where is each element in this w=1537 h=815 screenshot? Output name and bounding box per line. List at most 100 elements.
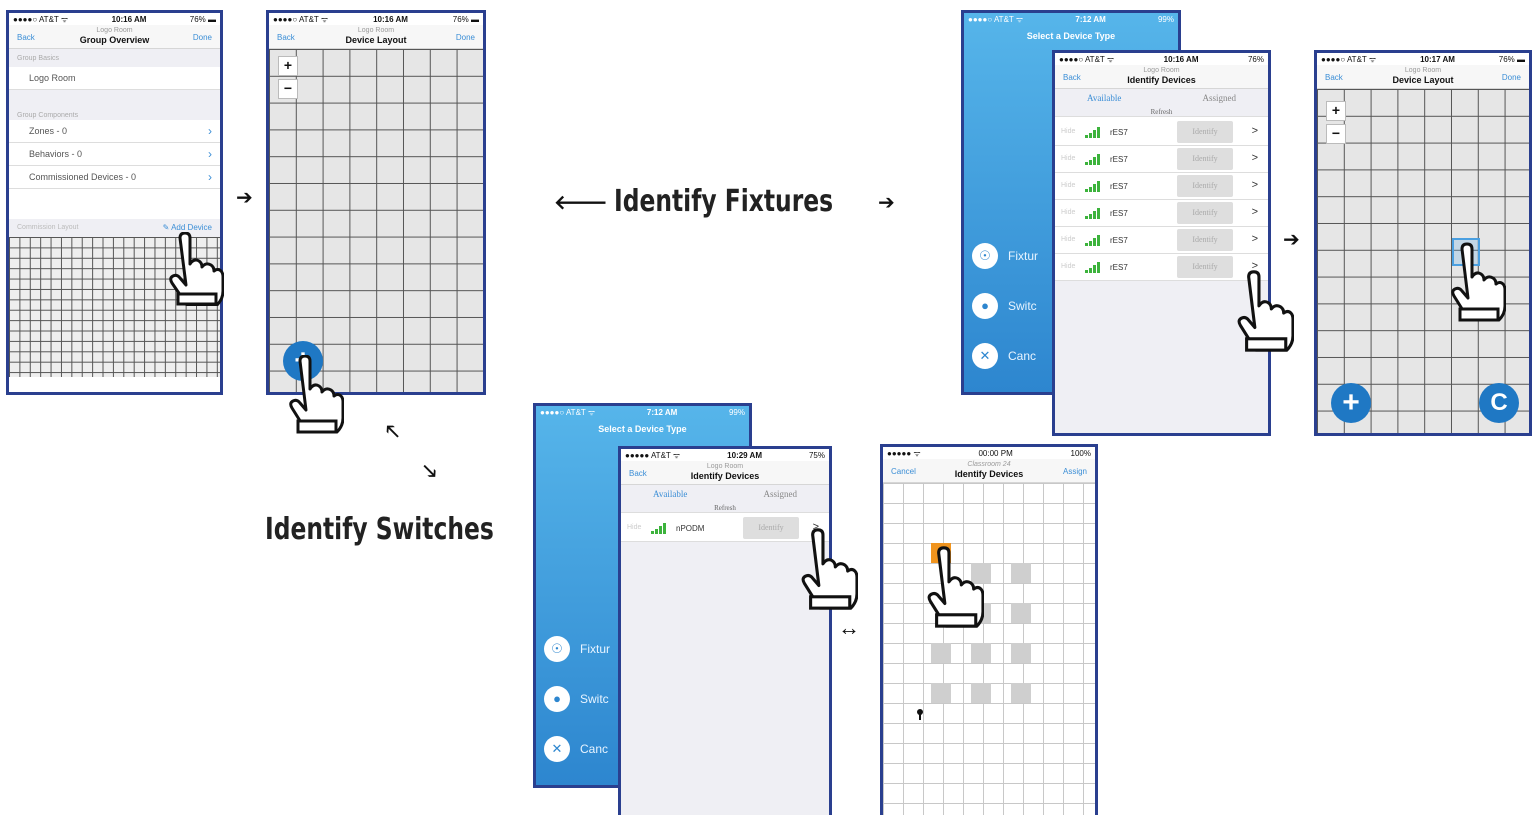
done-button[interactable]: Done	[456, 33, 475, 42]
behaviors-label: Behaviors - 0	[29, 149, 83, 159]
switches-option[interactable]: ● Switc	[544, 686, 609, 712]
device-name: rES7	[1110, 236, 1128, 245]
page-title: Identify Devices	[1127, 75, 1196, 85]
carrier-label: ●●●●○ AT&T ᯤ	[1321, 54, 1377, 64]
status-bar: ●●●●○ AT&T ᯤ 7:12 AM 99%	[964, 13, 1178, 25]
signal-icon	[1085, 127, 1101, 138]
select-device-type-title: Select a Device Type	[1026, 31, 1116, 41]
identify-button[interactable]: Identify	[1177, 175, 1233, 197]
chevron-right-icon[interactable]: >	[1252, 233, 1258, 245]
arrow-up-left-icon: 🡔	[386, 421, 400, 443]
add-device-button[interactable]: +	[1331, 383, 1371, 423]
status-bar: ●●●●○ AT&T ᯤ 7:12 AM 99%	[536, 406, 749, 418]
device-name: rES7	[1110, 155, 1128, 164]
cancel-option[interactable]: ✕ Canc	[972, 343, 1036, 369]
carrier-label: ●●●●● ᯤ	[887, 448, 921, 458]
carrier-label: ●●●●○ AT&T ᯤ	[540, 407, 596, 417]
tab-available[interactable]: Available	[653, 489, 687, 499]
fixtures-option[interactable]: ☉ Fixtur	[972, 243, 1038, 269]
chevron-right-icon: ›	[208, 170, 212, 184]
hide-button[interactable]: Hide	[1061, 209, 1075, 216]
tab-available[interactable]: Available	[1087, 93, 1121, 103]
zoom-out-button[interactable]: −	[1326, 124, 1346, 144]
done-button[interactable]: Done	[193, 33, 212, 42]
nav-bar: Back Logo Room Device Layout Done	[269, 25, 483, 49]
section-header-group-components: Group Components	[9, 90, 220, 120]
commission-layout-header: Commission Layout	[17, 224, 79, 231]
fixtures-option[interactable]: ☉ Fixtur	[544, 636, 610, 662]
refresh-button[interactable]: C	[1479, 383, 1519, 423]
chevron-right-icon[interactable]: >	[1252, 152, 1258, 164]
identify-button[interactable]: Identify	[1177, 229, 1233, 251]
switches-option-label: Switc	[580, 692, 609, 706]
zones-row[interactable]: Zones - 0 ›	[9, 120, 220, 143]
fixture-cell[interactable]	[1011, 683, 1031, 703]
hide-button[interactable]: Hide	[1061, 263, 1075, 270]
refresh-button[interactable]: Refresh	[621, 503, 829, 513]
page-title: Device Layout	[1392, 75, 1454, 85]
page-title: Device Layout	[345, 35, 407, 45]
identify-button[interactable]: Identify	[1177, 256, 1233, 278]
list-item: Hide rES7 Identify >	[1055, 200, 1268, 227]
room-name-row[interactable]: Logo Room	[9, 67, 220, 90]
tap-hand-icon	[801, 528, 858, 610]
device-name: rES7	[1110, 128, 1128, 137]
status-bar: ●●●●○ AT&T ᯤ 10:16 AM 76%	[1055, 53, 1268, 65]
chevron-right-icon[interactable]: >	[1252, 179, 1258, 191]
battery-label: 99%	[1157, 14, 1174, 24]
battery-label: 76% ▬	[1498, 54, 1525, 64]
refresh-button[interactable]: Refresh	[1055, 107, 1268, 117]
status-bar: ●●●●● AT&T ᯤ 10:29 AM 75%	[621, 449, 829, 461]
commissioned-devices-row[interactable]: Commissioned Devices - 0 ›	[9, 166, 220, 189]
fixture-cell[interactable]	[1011, 563, 1031, 583]
carrier-label: ●●●●○ AT&T ᯤ	[1059, 54, 1115, 64]
zoom-in-button[interactable]: +	[278, 56, 298, 76]
zoom-in-button[interactable]: +	[1326, 101, 1346, 121]
tap-hand-icon	[927, 546, 984, 628]
fixture-cell[interactable]	[931, 643, 951, 663]
add-device-button[interactable]: ✎ Add Device	[163, 223, 212, 232]
close-icon: ✕	[972, 343, 998, 369]
hide-button[interactable]: Hide	[627, 524, 641, 531]
chevron-right-icon[interactable]: >	[1252, 125, 1258, 137]
hide-button[interactable]: Hide	[1061, 236, 1075, 243]
signal-icon	[1085, 262, 1101, 273]
hide-button[interactable]: Hide	[1061, 182, 1075, 189]
fixture-cell[interactable]	[971, 683, 991, 703]
clock: 7:12 AM	[1075, 14, 1106, 24]
identify-button[interactable]: Identify	[1177, 202, 1233, 224]
tab-assigned[interactable]: Assigned	[764, 489, 798, 499]
nav-bar: Back Logo Room Group Overview Done	[9, 25, 220, 49]
fixture-cell[interactable]	[1011, 603, 1031, 623]
fixture-cell[interactable]	[931, 683, 951, 703]
list-item: Hide rES7 Identify >	[1055, 119, 1268, 146]
done-button[interactable]: Done	[1502, 73, 1521, 82]
hide-button[interactable]: Hide	[1061, 155, 1075, 162]
status-bar: ●●●●○ AT&T ᯤ 10:16 AM 76% ▬	[269, 13, 483, 25]
assign-button[interactable]: Assign	[1063, 467, 1087, 476]
nav-bar: Back Logo Room Identify Devices	[621, 461, 829, 485]
behaviors-row[interactable]: Behaviors - 0 ›	[9, 143, 220, 166]
cancel-option-label: Canc	[580, 742, 609, 756]
device-name: rES7	[1110, 182, 1128, 191]
battery-label: 99%	[728, 407, 745, 417]
signal-icon	[1085, 181, 1101, 192]
nav-subtitle: Logo Room	[1143, 67, 1180, 74]
battery-label: 76% ▬	[189, 14, 216, 24]
arrow-right-icon: ➔	[1283, 229, 1300, 251]
fixture-cell[interactable]	[1011, 643, 1031, 663]
arrow-right-icon: ➔	[236, 187, 253, 209]
hide-button[interactable]: Hide	[1061, 128, 1075, 135]
section-header-group-basics: Group Basics	[9, 49, 220, 67]
identify-button[interactable]: Identify	[1177, 121, 1233, 143]
identify-fixtures-label: Identify Fixtures	[614, 184, 834, 219]
switches-option[interactable]: ● Switc	[972, 293, 1037, 319]
tab-assigned[interactable]: Assigned	[1203, 93, 1237, 103]
chevron-right-icon[interactable]: >	[1252, 206, 1258, 218]
zoom-out-button[interactable]: −	[278, 79, 298, 99]
commissioned-devices-label: Commissioned Devices - 0	[29, 172, 137, 182]
cancel-option[interactable]: ✕ Canc	[544, 736, 608, 762]
location-pin-stem	[919, 714, 921, 720]
fixture-cell[interactable]	[971, 643, 991, 663]
identify-button[interactable]: Identify	[1177, 148, 1233, 170]
